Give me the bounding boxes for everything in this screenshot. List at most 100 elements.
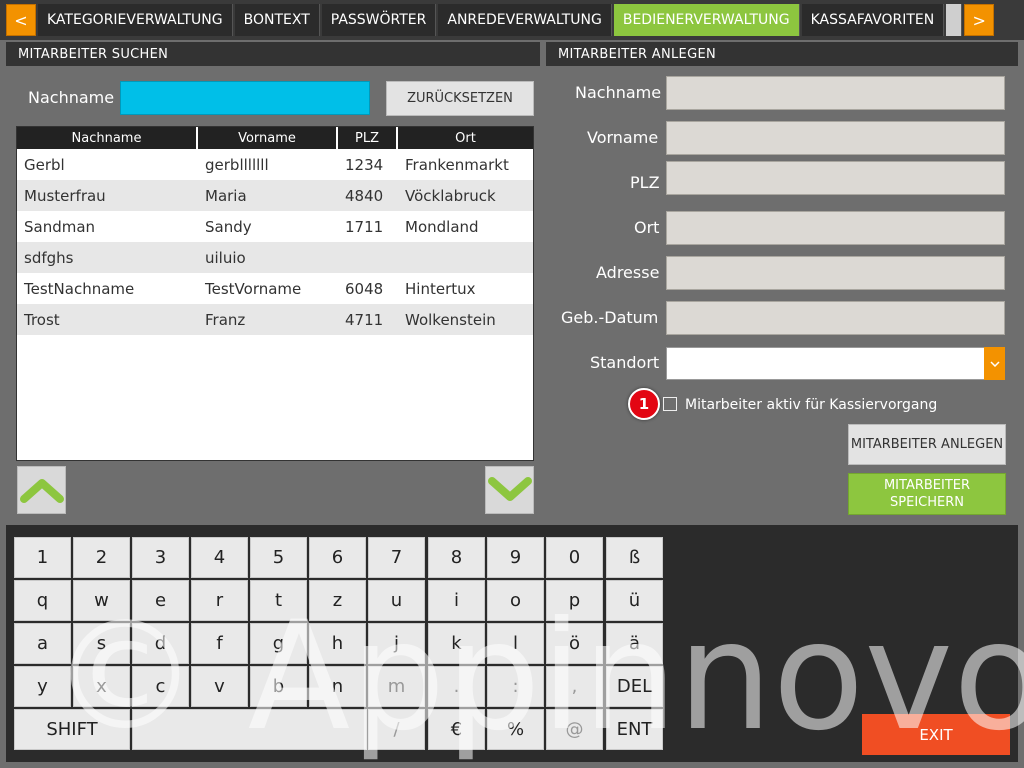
cell-nachname: TestNachname xyxy=(24,279,135,298)
key-shift[interactable]: SHIFT xyxy=(14,709,130,750)
key-DEL[interactable]: DEL xyxy=(606,666,663,707)
field-label-gebdatum: Geb.-Datum xyxy=(561,308,659,327)
standort-select[interactable] xyxy=(666,347,1005,380)
key-1[interactable]: 1 xyxy=(14,537,71,578)
table-row[interactable]: Sandman Sandy 1711 Mondland xyxy=(17,211,533,242)
key-q[interactable]: q xyxy=(14,580,71,621)
active-checkbox[interactable] xyxy=(663,397,677,411)
key-p[interactable]: p xyxy=(546,580,603,621)
create-employee-button[interactable]: MITARBEITER ANLEGEN xyxy=(848,424,1006,465)
tab-passwoerter[interactable]: PASSWÖRTER xyxy=(321,4,437,36)
column-header[interactable]: Vorname xyxy=(198,127,338,149)
key-r[interactable]: r xyxy=(191,580,248,621)
save-employee-button[interactable]: MITARBEITER SPEICHERN xyxy=(848,473,1006,515)
key-€[interactable]: € xyxy=(428,709,485,750)
key-k[interactable]: k xyxy=(428,623,485,664)
cell-vorname: TestVorname xyxy=(205,279,302,298)
ort-field[interactable] xyxy=(666,211,1005,245)
key-d[interactable]: d xyxy=(132,623,189,664)
nav-prev-button[interactable]: < xyxy=(6,4,36,36)
key-6[interactable]: 6 xyxy=(309,537,366,578)
tab-kategorieverwaltung[interactable]: KATEGORIEVERWALTUNG xyxy=(38,4,233,36)
key-8[interactable]: 8 xyxy=(428,537,485,578)
key-v[interactable]: v xyxy=(191,666,248,707)
key-2[interactable]: 2 xyxy=(73,537,130,578)
cell-nachname: Musterfrau xyxy=(24,186,106,205)
cell-plz: 1234 xyxy=(345,155,384,174)
key-s[interactable]: s xyxy=(73,623,130,664)
cell-ort: Wolkenstein xyxy=(405,310,496,329)
table-row[interactable]: TestNachname TestVorname 6048 Hintertux xyxy=(17,273,533,304)
key-,[interactable]: , xyxy=(546,666,603,707)
key-g[interactable]: g xyxy=(250,623,307,664)
column-header[interactable]: PLZ xyxy=(338,127,398,149)
tab-kassafavoriten[interactable]: KASSAFAVORITEN xyxy=(801,4,945,36)
key-ENT[interactable]: ENT xyxy=(606,709,663,750)
key-ß[interactable]: ß xyxy=(606,537,663,578)
key-n[interactable]: n xyxy=(309,666,366,707)
key-@[interactable]: @ xyxy=(546,709,603,750)
key-ö[interactable]: ö xyxy=(546,623,603,664)
key-j[interactable]: j xyxy=(368,623,425,664)
cell-plz: 4840 xyxy=(345,186,384,205)
table-row[interactable]: Trost Franz 4711 Wolkenstein xyxy=(17,304,533,335)
tab-anredeverwaltung[interactable]: ANREDEVERWALTUNG xyxy=(438,4,612,36)
key-f[interactable]: f xyxy=(191,623,248,664)
key-m[interactable]: m xyxy=(368,666,425,707)
key-x[interactable]: x xyxy=(73,666,130,707)
reset-button[interactable]: ZURÜCKSETZEN xyxy=(386,81,534,116)
key-e[interactable]: e xyxy=(132,580,189,621)
key-w[interactable]: w xyxy=(73,580,130,621)
key-u[interactable]: u xyxy=(368,580,425,621)
search-input[interactable] xyxy=(120,81,370,115)
nachname-field[interactable] xyxy=(666,76,1005,110)
field-label-ort: Ort xyxy=(634,218,660,237)
key-0[interactable]: 0 xyxy=(546,537,603,578)
adresse-field[interactable] xyxy=(666,256,1005,290)
tab-bedienerverwaltung[interactable]: BEDIENERVERWALTUNG xyxy=(613,4,800,36)
key-t[interactable]: t xyxy=(250,580,307,621)
key-c[interactable]: c xyxy=(132,666,189,707)
key-z[interactable]: z xyxy=(309,580,366,621)
table-row[interactable]: Musterfrau Maria 4840 Vöcklabruck xyxy=(17,180,533,211)
key-y[interactable]: y xyxy=(14,666,71,707)
key-3[interactable]: 3 xyxy=(132,537,189,578)
key-space[interactable] xyxy=(132,709,367,750)
top-navigation: < KATEGORIEVERWALTUNG BONTEXT PASSWÖRTER… xyxy=(0,0,1024,40)
key-7[interactable]: 7 xyxy=(368,537,425,578)
cell-ort: Vöcklabruck xyxy=(405,186,496,205)
scroll-up-button[interactable] xyxy=(17,466,66,514)
column-header[interactable]: Ort xyxy=(398,127,533,149)
key-i[interactable]: i xyxy=(428,580,485,621)
key-h[interactable]: h xyxy=(309,623,366,664)
scroll-down-button[interactable] xyxy=(485,466,534,514)
key-b[interactable]: b xyxy=(250,666,307,707)
plz-field[interactable] xyxy=(666,161,1005,195)
key-5[interactable]: 5 xyxy=(250,537,307,578)
tab-overflow[interactable] xyxy=(946,4,963,36)
key-.[interactable]: . xyxy=(428,666,485,707)
dropdown-chevron-icon[interactable] xyxy=(984,347,1005,380)
key-9[interactable]: 9 xyxy=(487,537,544,578)
key-a[interactable]: a xyxy=(14,623,71,664)
nav-next-button[interactable]: > xyxy=(964,4,995,36)
active-checkbox-label[interactable]: Mitarbeiter aktiv für Kassiervorgang xyxy=(685,397,937,413)
column-header[interactable]: Nachname xyxy=(17,127,198,149)
gebdatum-field[interactable] xyxy=(666,301,1005,335)
cell-vorname: uiluio xyxy=(205,248,246,267)
key-4[interactable]: 4 xyxy=(191,537,248,578)
employee-table: Nachname Vorname PLZ Ort Gerbl gerblllll… xyxy=(16,126,534,461)
key-:[interactable]: : xyxy=(487,666,544,707)
table-row[interactable]: Gerbl gerblllllll 1234 Frankenmarkt xyxy=(17,149,533,180)
table-row[interactable]: sdfghs uiluio xyxy=(17,242,533,273)
key-ü[interactable]: ü xyxy=(606,580,663,621)
cell-vorname: Franz xyxy=(205,310,246,329)
exit-button[interactable]: EXIT xyxy=(862,714,1010,755)
tab-bontext[interactable]: BONTEXT xyxy=(234,4,320,36)
key-l[interactable]: l xyxy=(487,623,544,664)
vorname-field[interactable] xyxy=(666,121,1005,155)
key-%[interactable]: % xyxy=(487,709,544,750)
key-ä[interactable]: ä xyxy=(606,623,663,664)
key-o[interactable]: o xyxy=(487,580,544,621)
key-slash[interactable]: / xyxy=(368,709,425,750)
